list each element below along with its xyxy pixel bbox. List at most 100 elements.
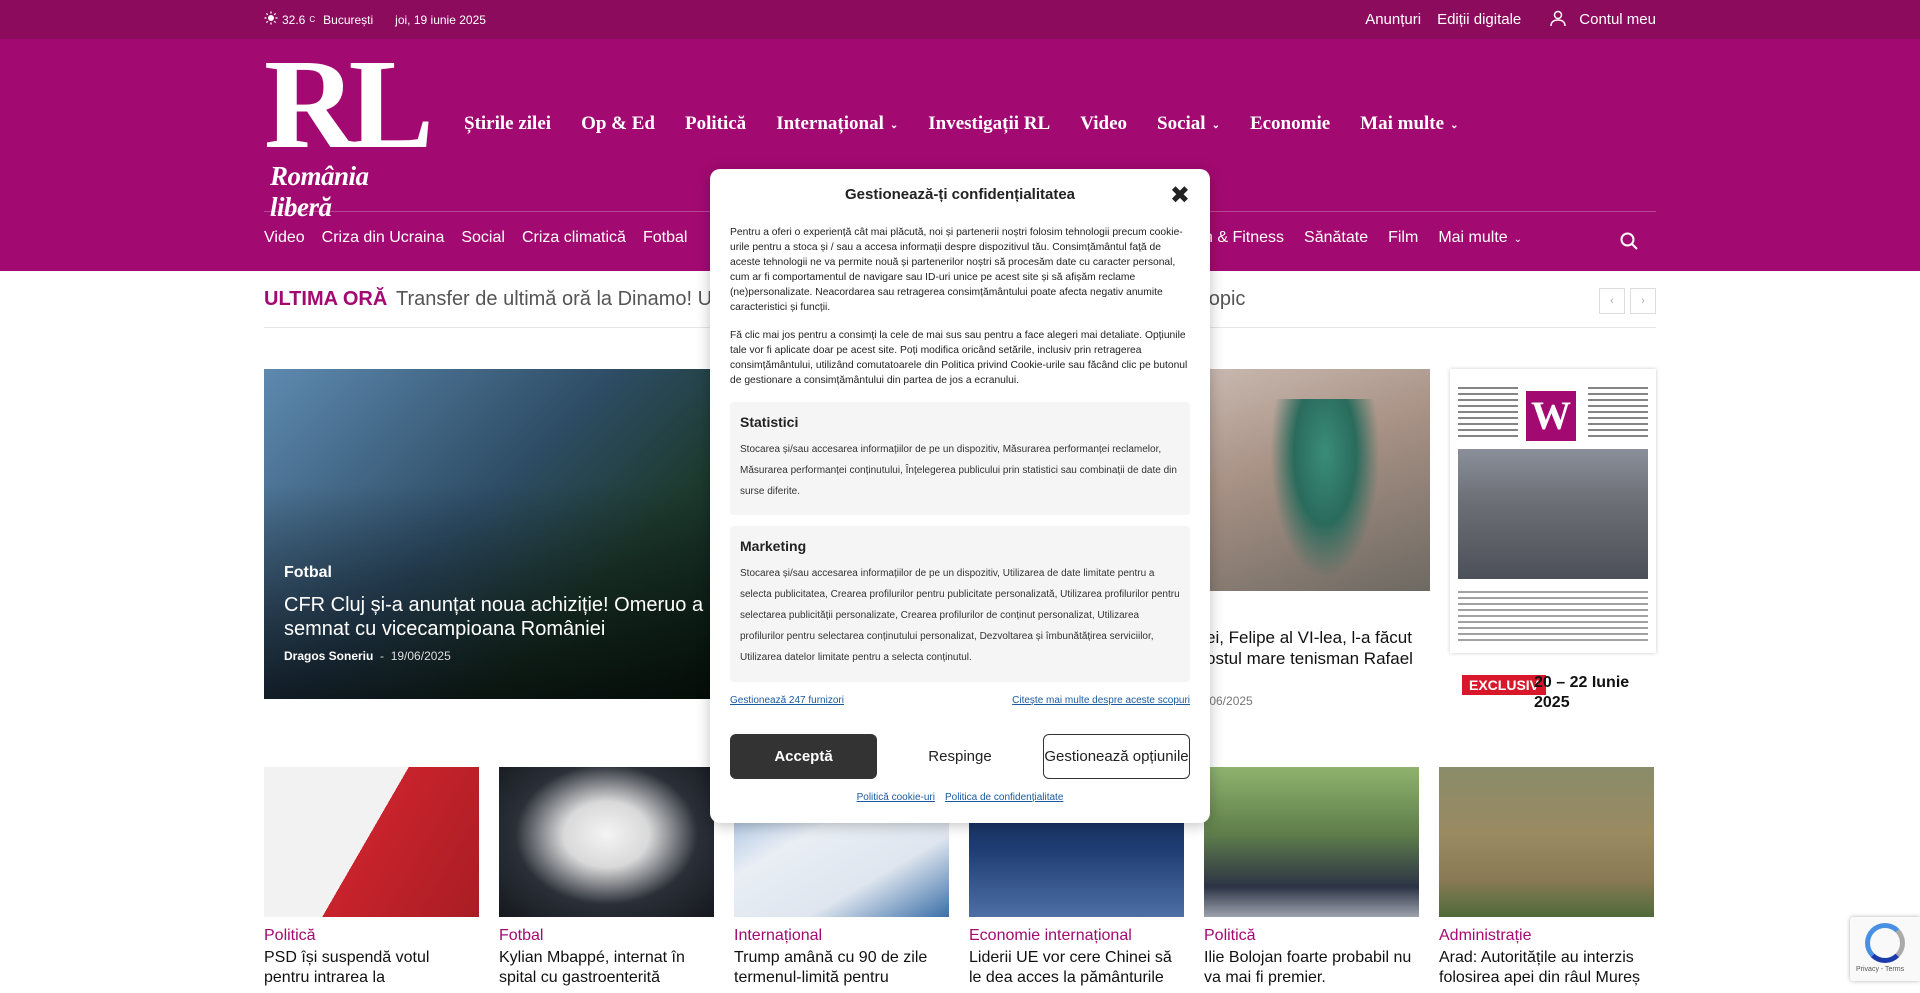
nav-international-label: Internațional	[776, 113, 884, 134]
accept-button[interactable]: Acceptă	[730, 734, 877, 779]
reject-button[interactable]: Respinge	[886, 734, 1034, 779]
card-category[interactable]: Politică	[1204, 927, 1419, 945]
hero-author[interactable]: Dragos Soneriu	[284, 649, 373, 663]
subnav-fotbal[interactable]: Fotbal	[643, 229, 687, 247]
nav-politica[interactable]: Politică	[685, 113, 746, 135]
consent-policy-links: Politică cookie-uri Politica de confiden…	[710, 792, 1210, 803]
ticker-label: ULTIMA ORĂ	[264, 288, 388, 310]
chevron-left-icon: ‹	[1610, 295, 1614, 307]
consent-intro: Pentru a oferi o experiență cât mai plăc…	[730, 225, 1190, 401]
nav-economie[interactable]: Economie	[1250, 113, 1330, 135]
card-title[interactable]: Kylian Mbappé, internat în spital cu gas…	[499, 948, 714, 988]
subnav-mai-multe[interactable]: Mai multe ⌄	[1438, 229, 1522, 247]
hero-category[interactable]: Fotbal	[284, 564, 332, 582]
article-card[interactable]: Fotbal Kylian Mbappé, internat în spital …	[499, 767, 714, 988]
category-description: Stocarea și/sau accesarea informațiilor …	[740, 568, 1180, 663]
search-icon[interactable]	[1619, 231, 1639, 256]
read-more-link[interactable]: Citește mai multe despre aceste scopuri	[1012, 695, 1190, 706]
hero-date: 19/06/2025	[390, 649, 451, 663]
subnav-criza-ucraina[interactable]: Criza din Ucraina	[322, 229, 445, 247]
subnav-health-fitness[interactable]: h & Fitness	[1204, 229, 1284, 247]
card-title[interactable]: Arad: Autoritățile au interzis folosirea…	[1439, 948, 1654, 988]
nav-social-label: Social	[1157, 113, 1206, 134]
cookie-policy-link[interactable]: Politică cookie-uri	[857, 792, 935, 803]
article-card[interactable]: Politică Ilie Bolojan foarte probabil nu …	[1204, 767, 1419, 988]
card-category[interactable]: Administrație	[1439, 927, 1654, 945]
card-thumbnail	[264, 767, 479, 917]
card-thumbnail	[1439, 767, 1654, 917]
manage-options-button[interactable]: Gestionează opțiunile	[1043, 734, 1190, 779]
consent-category-marketing[interactable]: Marketing Stocarea și/sau accesarea info…	[730, 526, 1190, 682]
current-date: joi, 19 iunie 2025	[395, 12, 486, 27]
hero-title[interactable]: CFR Cluj și-a anunțat noua achiziție! Om…	[284, 593, 704, 641]
close-icon[interactable]: ✖	[1170, 181, 1190, 210]
ticker-headline-tail: opic	[1208, 288, 1246, 310]
consent-category-statistics[interactable]: Statistici Stocarea și/sau accesarea inf…	[730, 402, 1190, 515]
recaptcha-icon	[1865, 923, 1905, 963]
card-category[interactable]: Economie internațional	[969, 927, 1184, 945]
sub-navigation: Video Criza din Ucraina Social Criza cli…	[264, 229, 687, 247]
recaptcha-badge[interactable]: Privacy - Terms	[1850, 917, 1920, 981]
chevron-down-icon: ⌄	[1450, 119, 1459, 131]
main-navigation: Știrile zilei Op & Ed Politică Internați…	[464, 113, 1458, 135]
card-title[interactable]: Liderii UE vor cere Chinei să le dea acc…	[969, 948, 1184, 988]
consent-dialog: Gestionează-ți confidențialitatea ✖ Pent…	[710, 169, 1210, 823]
privacy-policy-link[interactable]: Politica de confidențialitate	[945, 792, 1063, 803]
hero-article[interactable]: Fotbal CFR Cluj și-a anunțat noua achizi…	[264, 369, 714, 699]
card-title[interactable]: Ilie Bolojan foarte probabil nu va mai f…	[1204, 948, 1419, 988]
tennis-article-date: /06/2025	[1206, 694, 1253, 708]
nav-video[interactable]: Video	[1080, 113, 1127, 135]
subnav-mai-multe-label: Mai multe	[1438, 229, 1508, 246]
digital-edition-title[interactable]: 20 – 22 Iunie 2025	[1534, 673, 1664, 713]
nav-stirile-zilei[interactable]: Știrile zilei	[464, 113, 551, 135]
site-logo[interactable]: RL România liberă	[264, 33, 434, 222]
sun-icon	[264, 11, 278, 28]
link-editii-digitale[interactable]: Ediții digitale	[1437, 11, 1521, 28]
nav-international[interactable]: Internațional ⌄	[776, 113, 898, 135]
card-category[interactable]: Politică	[264, 927, 479, 945]
weather-widget: 32.6 C București	[264, 11, 373, 28]
category-title: Marketing	[740, 538, 807, 554]
digital-edition-cover[interactable]: W	[1450, 369, 1656, 653]
tennis-article-image[interactable]	[1200, 369, 1430, 591]
ticker-prev-button[interactable]: ‹	[1599, 288, 1625, 314]
logo-mark: RL	[264, 33, 434, 175]
subnav-video[interactable]: Video	[264, 229, 305, 247]
weather-city: București	[323, 12, 374, 27]
link-anunturi[interactable]: Anunțuri	[1365, 11, 1421, 28]
temperature-unit: C	[309, 15, 316, 24]
cover-photo	[1458, 449, 1648, 579]
cover-text-block	[1458, 387, 1518, 441]
tennis-player-figure	[1270, 399, 1380, 579]
chevron-down-icon: ⌄	[1513, 233, 1523, 245]
subnav-film[interactable]: Film	[1388, 229, 1418, 247]
account-label: Contul meu	[1579, 11, 1656, 28]
consent-buttons: Acceptă Respinge Gestionează opțiunile	[730, 734, 1190, 779]
nav-investigatii[interactable]: Investigații RL	[928, 113, 1050, 135]
nav-op-ed[interactable]: Op & Ed	[581, 113, 655, 135]
subnav-social[interactable]: Social	[461, 229, 505, 247]
article-card[interactable]: Administrație Arad: Autoritățile au inter…	[1439, 767, 1654, 988]
subnav-sanatate[interactable]: Sănătate	[1304, 229, 1368, 247]
ticker-next-button[interactable]: ›	[1630, 288, 1656, 314]
consent-links: Gestionează 247 furnizori Citește mai mu…	[730, 695, 1190, 706]
cover-text-block	[1588, 387, 1648, 441]
nav-mai-multe[interactable]: Mai multe ⌄	[1360, 113, 1458, 135]
consent-intro-paragraph: Pentru a oferi o experiență cât mai plăc…	[730, 227, 1183, 313]
consent-title: Gestionează-ți confidențialitatea	[844, 186, 1076, 203]
category-title: Statistici	[740, 414, 799, 430]
manage-vendors-link[interactable]: Gestionează 247 furnizori	[730, 695, 844, 706]
cover-text-block	[1458, 591, 1648, 643]
card-category[interactable]: Internațional	[734, 927, 949, 945]
card-thumbnail	[499, 767, 714, 917]
tennis-article-title[interactable]: ei, Felipe al VI-lea, l-a făcut ostul ma…	[1206, 627, 1436, 669]
recaptcha-links[interactable]: Privacy - Terms	[1856, 966, 1904, 973]
article-card[interactable]: Politică PSD își suspendă votul pentru in…	[264, 767, 479, 988]
card-category[interactable]: Fotbal	[499, 927, 714, 945]
account-link[interactable]: Contul meu	[1549, 9, 1656, 31]
card-title[interactable]: PSD își suspendă votul pentru intrarea l…	[264, 948, 479, 988]
nav-social[interactable]: Social ⌄	[1157, 113, 1220, 135]
card-title[interactable]: Trump amână cu 90 de zile termenul-limit…	[734, 948, 949, 988]
subnav-criza-climatica[interactable]: Criza climatică	[522, 229, 626, 247]
consent-intro-paragraph: Fă clic mai jos pentru a consimți la cel…	[730, 330, 1188, 386]
